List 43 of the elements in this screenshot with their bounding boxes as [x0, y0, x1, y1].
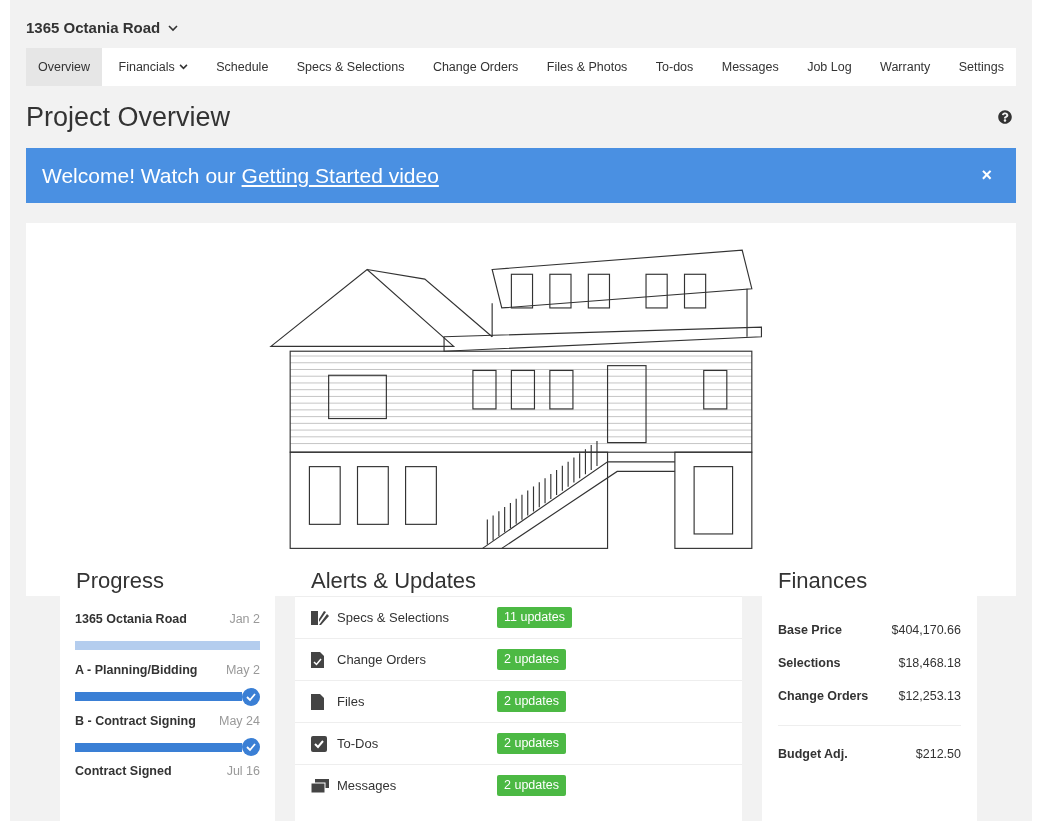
finance-value: $404,170.66 [891, 622, 961, 640]
check-circle-icon [242, 738, 260, 757]
chevron-down-icon [178, 64, 188, 70]
finance-value: $18,468.18 [898, 655, 961, 673]
milestone-date: Jul 16 [226, 763, 260, 781]
section-title: Progress [75, 567, 166, 595]
chevron-down-icon[interactable] [168, 24, 179, 32]
project-title[interactable]: 1365 Octania Road [26, 16, 161, 40]
alert-label[interactable]: Change Orders [337, 649, 497, 670]
finance-label: Selections [778, 655, 841, 673]
document-check-icon [311, 651, 324, 668]
chat-icon [311, 778, 329, 793]
page-title: Project Overview [26, 100, 231, 134]
alert-label[interactable]: Messages [337, 775, 497, 796]
check-circle-icon [242, 687, 260, 706]
swatch-icon [311, 609, 329, 626]
milestone-name: B - Contract Signing [75, 712, 196, 730]
document-icon [311, 693, 324, 710]
milestone-date: Jan 2 [229, 611, 260, 628]
banner-text: Welcome! Watch our Getting Started video [42, 162, 439, 189]
milestone-name: A - Planning/Bidding [75, 661, 198, 679]
milestone-date: May 24 [219, 712, 260, 730]
milestone-name: 1365 Octania Road [75, 611, 187, 628]
update-count-label: 11 updates [497, 607, 572, 628]
help-icon[interactable] [998, 110, 1012, 124]
alert-label[interactable]: Specs & Selections [337, 607, 497, 628]
update-count-label: 2 updates [497, 733, 566, 754]
nav-tab[interactable]: Overview [26, 48, 103, 86]
finance-value: $212.50 [915, 746, 961, 764]
checkbox-icon [311, 735, 327, 752]
finance-label: Budget Adj. [778, 746, 848, 764]
finance-label: Change Orders [778, 688, 869, 706]
section-title: Finances [777, 567, 868, 595]
finance-label: Base Price [778, 622, 842, 640]
update-count-label: 2 updates [497, 649, 566, 670]
alert-label[interactable]: To-Dos [337, 733, 497, 754]
update-count-label: 2 updates [497, 775, 566, 796]
finance-value: $12,253.13 [898, 688, 961, 706]
milestone-name: Contract Signed [75, 763, 172, 781]
alert-label[interactable]: Files [337, 691, 497, 712]
update-count-label: 2 updates [497, 691, 566, 712]
milestone-date: May 2 [225, 661, 260, 679]
section-title: Alerts & Updates [310, 567, 478, 595]
